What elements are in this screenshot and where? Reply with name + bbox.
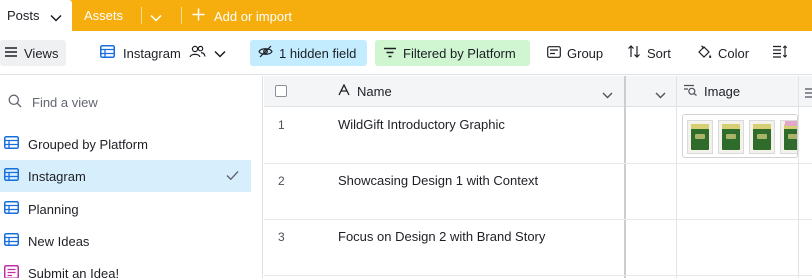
next-field-icon <box>804 86 812 101</box>
grid-view-icon <box>4 201 19 217</box>
add-or-import-label: Add or import <box>214 8 293 24</box>
image-thumbnail[interactable] <box>780 120 797 154</box>
views-button[interactable]: Views <box>0 40 66 66</box>
sidebar-item-label: Planning <box>28 201 79 217</box>
paint-bucket-icon <box>697 44 712 62</box>
grid-header-row: Name Image <box>264 76 812 107</box>
filter-button[interactable]: Filtered by Platform <box>375 40 530 66</box>
name-cell[interactable]: Showcasing Design 1 with Context <box>338 173 538 188</box>
chevron-down-icon[interactable] <box>655 87 666 102</box>
image-thumbnail[interactable] <box>749 120 775 154</box>
tables-menu-chevron-icon[interactable] <box>150 10 162 25</box>
table-tab-bar: Posts Assets Add or import <box>0 0 812 31</box>
sidebar-item-submit-an-idea[interactable]: Submit an Idea! <box>0 257 251 278</box>
group-icon <box>547 45 561 61</box>
tab-posts[interactable]: Posts <box>0 0 72 31</box>
grid-view-icon <box>100 45 115 61</box>
tab-divider <box>141 7 142 24</box>
records-grid: Name Image 1 WildGift Introductory Graph… <box>264 76 812 278</box>
tab-divider <box>181 7 182 24</box>
name-cell[interactable]: Focus on Design 2 with Brand Story <box>338 229 545 244</box>
sidebar-item-new-ideas[interactable]: New Ideas <box>0 225 251 257</box>
filter-label: Filtered by Platform <box>403 45 516 61</box>
column-header-label: Image <box>704 84 741 99</box>
name-cell[interactable]: WildGift Introductory Graphic <box>338 117 505 132</box>
sort-label: Sort <box>647 45 671 61</box>
form-view-icon <box>4 264 19 278</box>
hamburger-menu-icon <box>4 46 18 61</box>
grid-view-icon <box>4 233 19 249</box>
tab-assets[interactable]: Assets <box>84 8 123 23</box>
find-view-search[interactable]: Find a view <box>8 94 98 111</box>
chevron-down-icon <box>214 46 226 61</box>
chevron-down-icon[interactable] <box>602 87 613 102</box>
sidebar-item-label: Submit an Idea! <box>28 265 120 278</box>
find-view-placeholder: Find a view <box>32 95 98 110</box>
sidebar-item-label: New Ideas <box>28 233 90 249</box>
views-sidebar: Find a view Grouped by Platform Instagra… <box>0 76 263 278</box>
chevron-down-icon[interactable] <box>50 10 62 25</box>
checkmark-icon <box>226 169 239 184</box>
table-row[interactable]: 3 Focus on Design 2 with Brand Story <box>264 220 812 276</box>
image-thumbnail[interactable] <box>687 120 713 154</box>
grid-view-icon <box>4 136 19 152</box>
image-attachments-cell[interactable] <box>682 114 798 158</box>
grid-view-icon <box>4 168 19 184</box>
row-number: 2 <box>278 174 285 188</box>
group-label: Group <box>567 45 604 61</box>
image-thumbnail[interactable] <box>718 120 744 154</box>
views-label: Views <box>24 45 59 61</box>
column-header-image[interactable]: Image <box>683 84 740 99</box>
eye-off-icon <box>258 45 273 61</box>
current-view-selector[interactable]: Instagram <box>100 40 226 66</box>
attachment-field-icon <box>683 84 698 99</box>
table-row[interactable]: 2 Showcasing Design 1 with Context <box>264 164 812 220</box>
row-height-icon <box>772 45 788 61</box>
hide-fields-button[interactable]: 1 hidden field <box>250 40 367 66</box>
sidebar-item-label: Grouped by Platform <box>28 136 148 152</box>
text-field-icon <box>338 83 350 99</box>
select-all-checkbox[interactable] <box>275 85 287 97</box>
color-label: Color <box>718 45 750 61</box>
sidebar-item-label: Instagram <box>28 168 86 184</box>
add-or-import-button[interactable]: Add or import <box>192 7 292 25</box>
table-row[interactable]: 1 WildGift Introductory Graphic <box>264 108 812 164</box>
color-button[interactable]: Color <box>697 40 749 66</box>
filter-icon <box>383 46 397 61</box>
group-button[interactable]: Group <box>547 40 603 66</box>
column-header-name[interactable]: Name <box>338 83 392 99</box>
sort-icon <box>627 45 641 61</box>
row-number: 3 <box>278 230 285 244</box>
tab-posts-label: Posts <box>7 8 40 23</box>
sidebar-item-instagram[interactable]: Instagram <box>0 160 251 192</box>
column-header-label: Name <box>357 84 392 99</box>
plus-icon <box>192 8 205 24</box>
row-number: 1 <box>278 118 285 132</box>
sidebar-item-planning[interactable]: Planning <box>0 193 251 225</box>
collaborators-icon <box>189 45 206 61</box>
sort-button[interactable]: Sort <box>627 40 671 66</box>
row-height-button[interactable] <box>772 40 788 66</box>
hide-fields-label: 1 hidden field <box>279 45 357 61</box>
sidebar-item-grouped-by-platform[interactable]: Grouped by Platform <box>0 128 251 160</box>
view-name: Instagram <box>123 45 181 61</box>
search-icon <box>8 94 22 111</box>
view-toolbar: Views Instagram 1 hidden field Filtered … <box>0 31 812 75</box>
